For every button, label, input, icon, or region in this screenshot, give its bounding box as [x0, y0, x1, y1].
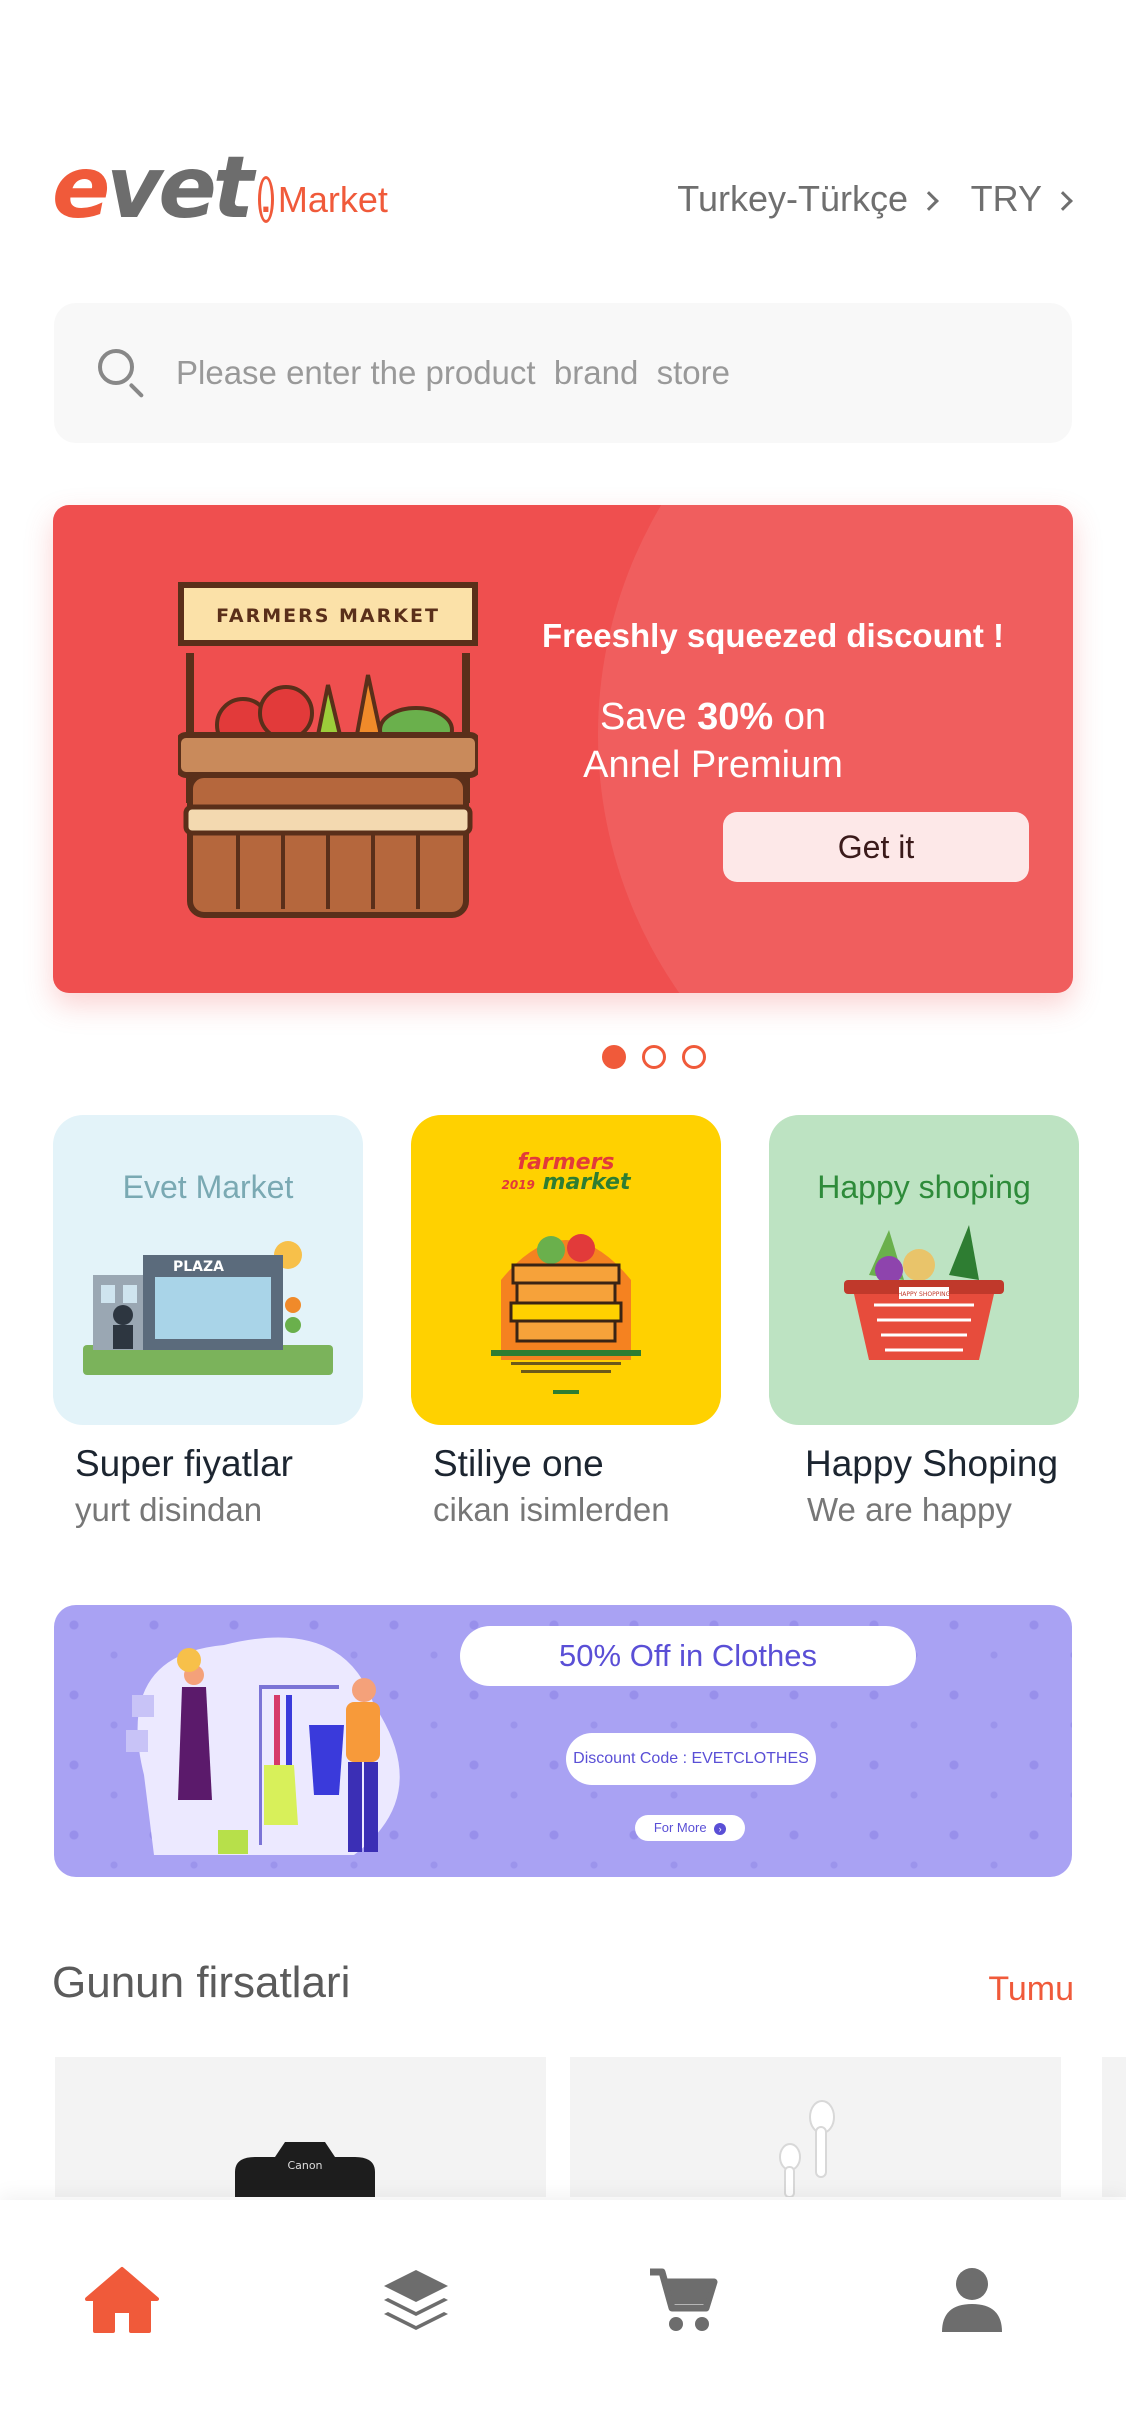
farmers-market-stall-illustration: FARMERS MARKET [178, 582, 478, 918]
card-subtitle: We are happy [807, 1491, 1012, 1528]
card-title: Happy Shoping [805, 1443, 1059, 1484]
clothes-shopping-illustration [126, 1637, 400, 1855]
for-more-button[interactable]: For More › [635, 1815, 745, 1841]
carousel-indicator [602, 1045, 706, 1069]
arrow-right-icon: › [714, 1823, 727, 1835]
nav-categories[interactable] [376, 2260, 456, 2340]
locale-selector[interactable]: Turkey-Türkçe [677, 178, 939, 220]
logo-wordmark: evet [52, 138, 254, 238]
svg-text:HAPPY SHOPPING: HAPPY SHOPPING [898, 1291, 951, 1298]
hero-banner[interactable]: FARMERS MARKET Freeshly squeezed discoun… [53, 505, 1073, 993]
promo-title: 50% Off in Clothes [460, 1626, 916, 1686]
card-image: Happy shoping HAPPY SHOPPING [769, 1115, 1079, 1425]
svg-text:PLAZA: PLAZA [173, 1259, 224, 1275]
store-plaza-illustration: PLAZA [83, 1241, 333, 1375]
product-card-airpods[interactable] [570, 2057, 1061, 2197]
clothes-promo-banner[interactable]: 50% Off in Clothes Discount Code : EVETC… [54, 1605, 1072, 1877]
product-card-next[interactable] [1102, 2057, 1126, 2197]
card-image-label: Evet Market [122, 1169, 294, 1205]
camera-icon: Canon [235, 2142, 375, 2197]
currency-selector[interactable]: TRY [970, 178, 1073, 220]
category-cards: Evet Market PLAZA Super fiyatlar yurt di… [0, 1115, 1126, 1535]
card-subtitle: cikan isimlerden [433, 1491, 670, 1528]
card-image: Evet Market PLAZA [53, 1115, 363, 1425]
card-title: Super fiyatlar [75, 1443, 293, 1484]
logo-suffix: . Market [257, 176, 388, 223]
deals-section-title: Gunun firsatlari [52, 1958, 351, 2007]
category-card-happy-shoping[interactable]: Happy shoping HAPPY SHOPPING Happy Shopi… [769, 1115, 1079, 1529]
shopping-basket-illustration: HAPPY SHOPPING [844, 1225, 1004, 1360]
vegetable-crate-illustration [491, 1234, 641, 1394]
see-all-link[interactable]: Tumu [988, 1970, 1074, 2009]
locale-label: Turkey-Türkçe [677, 178, 908, 219]
airpods-icon [779, 2100, 835, 2197]
nav-home[interactable] [82, 2260, 162, 2340]
header: evet . Market Turkey-Türkçe TRY [0, 0, 1126, 300]
product-card-camera[interactable]: Canon [55, 2057, 546, 2197]
layers-icon [384, 2270, 448, 2330]
category-card-stiliye-one[interactable]: farmers 2019 market Stiliye one cikan is… [411, 1115, 721, 1529]
carousel-dot[interactable] [642, 1045, 666, 1069]
card-image-label: Happy shoping [817, 1169, 1031, 1205]
search-icon [98, 349, 146, 399]
cart-icon [650, 2268, 718, 2331]
promo-discount-code: Discount Code : EVETCLOTHES [566, 1733, 816, 1785]
get-it-button[interactable]: Get it [723, 812, 1029, 882]
bottom-navigation [0, 2200, 1126, 2409]
app-logo[interactable]: evet . Market [52, 145, 388, 231]
nav-profile[interactable] [932, 2260, 1012, 2340]
carousel-dot[interactable] [602, 1045, 626, 1069]
chevron-right-icon [1053, 191, 1073, 211]
stall-sign-text: FARMERS MARKET [216, 605, 440, 627]
svg-text:Canon: Canon [287, 2159, 322, 2172]
nav-cart[interactable] [643, 2260, 723, 2340]
home-icon [85, 2267, 159, 2333]
search-bar[interactable] [54, 303, 1072, 443]
card-image: farmers 2019 market [411, 1115, 721, 1425]
chevron-right-icon [919, 191, 939, 211]
banner-title: Freeshly squeezed discount ! [541, 617, 1005, 654]
carousel-dot[interactable] [682, 1045, 706, 1069]
search-input[interactable] [176, 354, 976, 392]
currency-label: TRY [970, 178, 1042, 219]
profile-icon [942, 2268, 1002, 2332]
category-card-super-fiyatlar[interactable]: Evet Market PLAZA Super fiyatlar yurt di… [53, 1115, 363, 1529]
banner-offer-text: Save 30% on Annel Premium [583, 696, 843, 786]
card-title: Stiliye one [433, 1443, 604, 1484]
card-image-label: farmers 2019 market [501, 1150, 631, 1195]
card-subtitle: yurt disindan [75, 1491, 263, 1528]
